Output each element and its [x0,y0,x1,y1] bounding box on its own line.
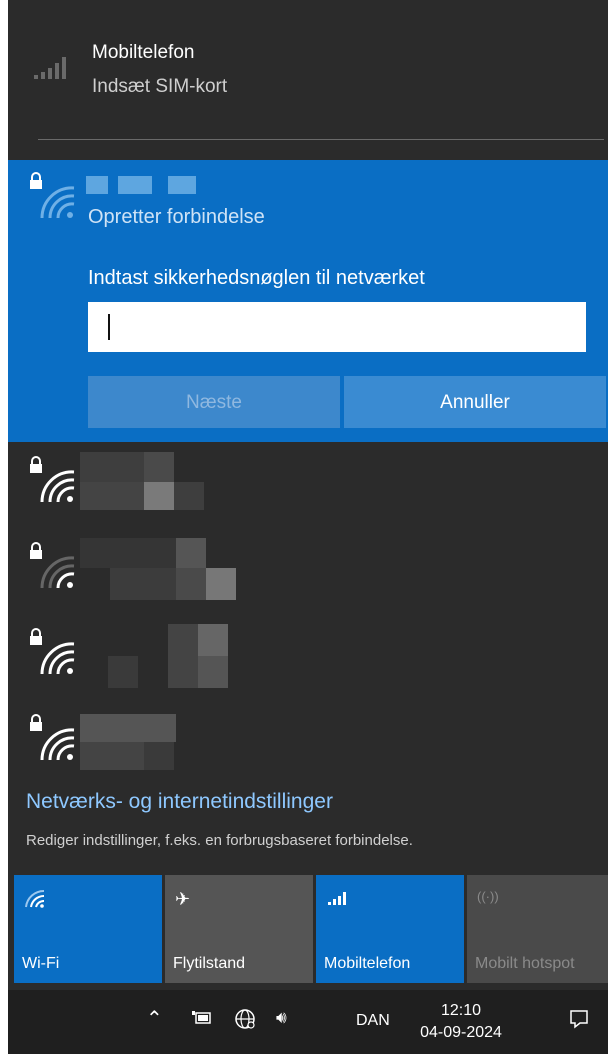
mobile-hotspot-label: Mobilt hotspot [475,955,575,972]
taskbar: ⌃ 🔊︎ DAN 12:10 04-09-2024 [8,990,608,1054]
next-button[interactable]: Næste [88,376,340,428]
wifi-toggle[interactable]: Wi-Fi [14,875,162,983]
mobile-hotspot-toggle[interactable]: ((·)) Mobilt hotspot [467,875,608,983]
clock-time: 12:10 [440,1002,482,1019]
network-name-redacted [80,538,240,600]
secured-wifi-icon [22,172,78,227]
network-name-redacted [108,624,248,688]
network-name-redacted [80,714,210,770]
cellular-subtitle: Indsæt SIM-kort [92,76,228,97]
secured-wifi-icon [22,714,78,769]
security-key-input[interactable] [88,302,586,352]
cancel-button[interactable]: Annuller [344,376,606,428]
connecting-network-item[interactable]: Opretter forbindelse Indtast sikkerhedsn… [8,160,608,442]
signal-bars-icon [32,53,72,88]
airplane-mode-label: Flytilstand [173,955,246,972]
network-settings-description: Rediger indstillinger, f.eks. en forbrug… [26,832,413,849]
cellular-network-item[interactable]: Mobiltelefon Indsæt SIM-kort [8,0,608,125]
clock-date: 04-09-2024 [420,1024,502,1041]
network-flyout: Mobiltelefon Indsæt SIM-kort Opretter fo… [8,0,608,1054]
clock[interactable]: 12:10 04-09-2024 [416,1000,506,1044]
security-key-label: Indtast sikkerhedsnøglen til netværket [88,267,425,289]
network-name-redacted [86,176,196,194]
airplane-mode-toggle[interactable]: ✈ Flytilstand [165,875,313,983]
wifi-icon [24,889,46,914]
wifi-label: Wi-Fi [22,955,60,972]
hotspot-icon: ((·)) [477,889,499,904]
chevron-up-icon[interactable]: ⌃ [146,1006,163,1031]
notification-icon[interactable] [568,1008,590,1035]
secured-wifi-icon [22,456,78,511]
wifi-network-item[interactable] [8,702,608,788]
mobile-data-label: Mobiltelefon [324,955,411,972]
signal-bars-icon [326,889,352,912]
divider [38,139,604,140]
cellular-title: Mobiltelefon [92,42,195,63]
mobile-data-toggle[interactable]: Mobiltelefon [316,875,464,983]
wifi-network-item[interactable] [8,530,608,616]
wifi-network-item[interactable] [8,444,608,530]
connection-status: Opretter forbindelse [88,206,265,228]
secured-wifi-icon [22,628,78,683]
globe-network-icon[interactable] [234,1008,256,1035]
network-settings-link[interactable]: Netværks- og internetindstillinger [26,790,333,814]
text-caret [108,314,110,340]
network-name-redacted [80,452,210,510]
secured-wifi-icon [22,542,78,597]
battery-plug-icon[interactable] [192,1010,212,1031]
input-language[interactable]: DAN [356,1012,390,1030]
speaker-icon[interactable]: 🔊︎ [276,1008,287,1028]
wifi-network-item[interactable] [8,616,608,702]
airplane-icon: ✈ [175,889,191,909]
